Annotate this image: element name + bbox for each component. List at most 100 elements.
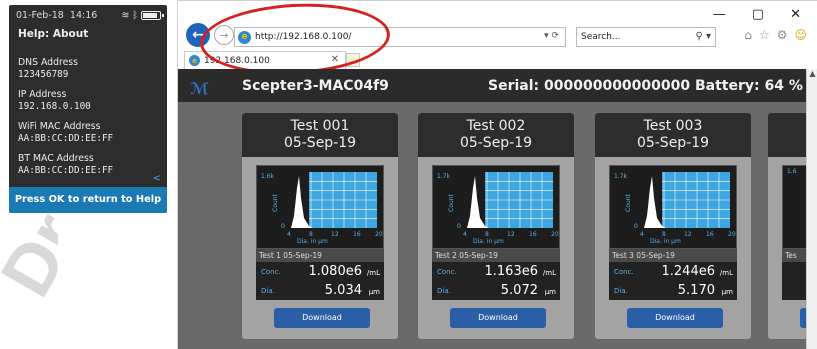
dia-unit: µm bbox=[721, 288, 733, 296]
tab-ie-icon: e bbox=[189, 55, 200, 66]
device-screen: 01-Feb-18 14:16 ≋ ᛒ Help: About DNS Addr… bbox=[9, 5, 167, 213]
conc-row: Conc. 1.080e6/mL bbox=[256, 262, 384, 281]
x-tick-label: 12 bbox=[331, 231, 339, 238]
wifi-mac-field: WiFi MAC Address AA:BB:CC:DD:EE:FF bbox=[9, 121, 167, 144]
minimize-button[interactable]: — bbox=[713, 7, 726, 22]
card-header: Test 002 05-Sep-19 bbox=[418, 113, 574, 157]
y-max-label: 1.7k bbox=[614, 173, 628, 180]
back-chevron-icon[interactable]: < bbox=[153, 173, 161, 184]
y-axis-label: Count bbox=[272, 194, 279, 212]
maximize-button[interactable]: ▢ bbox=[752, 7, 764, 22]
dia-label: Dia. bbox=[261, 287, 275, 295]
star-icon[interactable]: ☆ bbox=[759, 28, 770, 42]
x-tick-label: 16 bbox=[353, 231, 361, 238]
x-tick-label: 12 bbox=[507, 231, 515, 238]
histogram-panel: 1.7k 0 4 8 12 16 20 Dia. in µm Count bbox=[432, 165, 560, 249]
dns-value: 123456789 bbox=[18, 68, 69, 80]
x-axis-label: Dia. in µm bbox=[297, 238, 328, 245]
app-header: ℳ Scepter3-MAC04f9 Serial: 0000000000000… bbox=[178, 69, 806, 102]
conc-unit: /mL bbox=[719, 269, 733, 277]
conc-value: 1.163e6 bbox=[484, 264, 539, 279]
histogram-plot: 1.7k 04 8 12 16 20 Dia. in µm Count bbox=[437, 172, 559, 245]
svg-text:Dr: Dr bbox=[0, 200, 58, 309]
test-card: Test 001 05-Sep-19 1.6k 0 4 8 12 16 20 Dia. in µm… bbox=[242, 113, 398, 339]
x-tick-label: 8 bbox=[309, 231, 313, 238]
wifi-icon: ≋ bbox=[121, 9, 130, 21]
ip-field: IP Address 192.168.0.100 bbox=[9, 89, 167, 112]
plot-caption: Test 1 05-Sep-19 bbox=[256, 249, 384, 262]
y-axis-label: Count bbox=[448, 194, 455, 212]
dns-label: DNS Address bbox=[18, 57, 78, 68]
y-zero-label: 0 bbox=[634, 223, 638, 230]
x-axis-label: Dia. in µm bbox=[650, 238, 681, 245]
wifi-mac-label: WiFi MAC Address bbox=[18, 121, 101, 132]
x-tick-label: 4 bbox=[640, 231, 644, 238]
device-model: Scepter3-MAC04f9 bbox=[242, 78, 389, 94]
device-page-title: Help: About bbox=[18, 28, 89, 40]
bluetooth-icon: ᛒ bbox=[132, 9, 138, 21]
wifi-mac-value: AA:BB:CC:DD:EE:FF bbox=[18, 132, 114, 144]
test-card: Test 002 05-Sep-19 1.7k 0 4 8 12 16 20 Dia. in µm… bbox=[418, 113, 574, 339]
y-max-label: 1.6k bbox=[261, 173, 275, 180]
dia-row: Dia. 5.072 µm bbox=[432, 281, 560, 300]
conc-value: 1.080e6 bbox=[308, 264, 363, 279]
gear-icon[interactable]: ⚙ bbox=[777, 28, 788, 42]
y-axis-label: Count bbox=[625, 194, 632, 212]
dia-value: 5.034 bbox=[324, 283, 362, 298]
vertical-scrollbar[interactable]: ▲ bbox=[806, 69, 817, 349]
x-tick-label: 20 bbox=[728, 231, 736, 238]
smiley-icon[interactable]: ☺ bbox=[794, 28, 807, 42]
device-date: 01-Feb-18 bbox=[16, 9, 64, 21]
test-card: Test 003 05-Sep-19 1.7k 0 4 8 12 16 20 Dia. in µm… bbox=[595, 113, 751, 339]
search-icon[interactable]: ⚲ ▾ bbox=[695, 31, 711, 42]
x-axis-label: Dia. in µm bbox=[473, 238, 504, 245]
bt-mac-field: BT MAC Address AA:BB:CC:DD:EE:FF bbox=[9, 153, 167, 176]
search-input[interactable]: Search... ⚲ ▾ bbox=[576, 27, 716, 47]
battery-icon bbox=[141, 10, 164, 20]
ip-value: 192.168.0.100 bbox=[18, 100, 91, 112]
close-button[interactable]: ✕ bbox=[790, 7, 801, 22]
test-cards-area: Test 001 05-Sep-19 1.6k 0 4 8 12 16 20 Dia. in µm… bbox=[178, 102, 817, 349]
card-header: Test 003 05-Sep-19 bbox=[595, 113, 751, 157]
device-time: 14:16 bbox=[69, 9, 98, 21]
dia-value: 5.170 bbox=[677, 283, 715, 298]
x-tick-label: 16 bbox=[529, 231, 537, 238]
dia-row: Dia. 5.170 µm bbox=[609, 281, 737, 300]
x-tick-label: 8 bbox=[485, 231, 489, 238]
return-to-help-button[interactable]: Press OK to return to Help bbox=[9, 187, 167, 213]
serial-battery-text: Serial: 000000000000000 Battery: 64 % bbox=[488, 78, 803, 94]
dia-label: Dia. bbox=[437, 287, 451, 295]
screenshot: Dr 01-Feb-18 14:16 ≋ ᛒ Help: About DNS A… bbox=[0, 0, 817, 349]
download-button[interactable]: Download bbox=[450, 308, 546, 328]
card-header: Test 001 05-Sep-19 bbox=[242, 113, 398, 157]
conc-label: Conc. bbox=[437, 268, 457, 276]
dia-label: Dia. bbox=[614, 287, 628, 295]
download-button[interactable]: Download bbox=[274, 308, 370, 328]
home-icon[interactable]: ⌂ bbox=[744, 28, 752, 42]
refresh-icon[interactable]: ▾ ⟳ bbox=[544, 31, 559, 41]
y-max-label: 1.7k bbox=[437, 173, 451, 180]
conc-unit: /mL bbox=[542, 269, 556, 277]
test-date: 05-Sep-19 bbox=[283, 135, 357, 151]
x-tick-label: 4 bbox=[287, 231, 291, 238]
conc-label: Conc. bbox=[614, 268, 634, 276]
conc-unit: /mL bbox=[366, 269, 380, 277]
results-panel: Conc. 1.080e6/mL Dia. 5.034 µm bbox=[256, 262, 384, 300]
download-button[interactable]: Download bbox=[627, 308, 723, 328]
results-panel: Conc. 1.163e6/mL Dia. 5.072 µm bbox=[432, 262, 560, 300]
histogram-plot: 1.6k 04 8 12 16 20 Dia. in µm Count bbox=[261, 172, 383, 245]
histogram-plot: 1.7k 04 8 12 16 20 Dia. in µm Count bbox=[614, 172, 736, 245]
x-tick-label: 4 bbox=[463, 231, 467, 238]
x-tick-label: 20 bbox=[551, 231, 559, 238]
dia-row: Dia. 5.034 µm bbox=[256, 281, 384, 300]
test-date: 05-Sep-19 bbox=[459, 135, 533, 151]
dia-unit: µm bbox=[544, 288, 556, 296]
x-tick-label: 12 bbox=[684, 231, 692, 238]
device-status-bar: 01-Feb-18 14:16 ≋ ᛒ bbox=[9, 5, 167, 21]
conc-row: Conc. 1.244e6/mL bbox=[609, 262, 737, 281]
test-name: Test 002 bbox=[466, 118, 526, 134]
bt-mac-label: BT MAC Address bbox=[18, 153, 94, 164]
ip-label: IP Address bbox=[18, 89, 67, 100]
y-zero-label: 0 bbox=[281, 223, 285, 230]
test-name: Test 003 bbox=[643, 118, 703, 134]
